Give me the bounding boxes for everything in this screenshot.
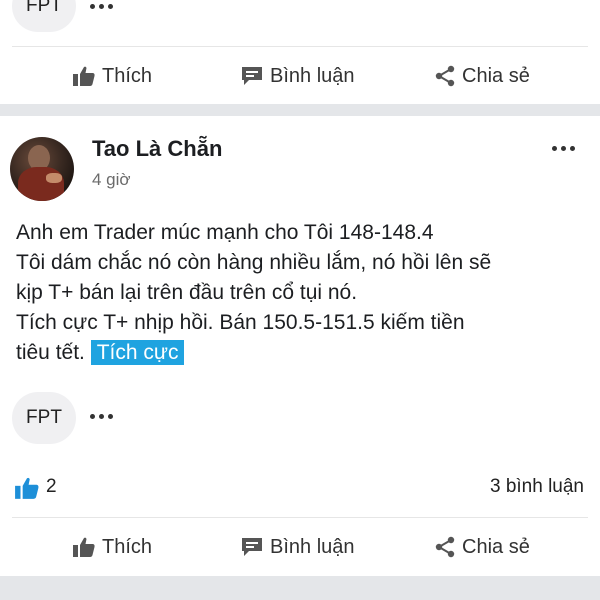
share-label: Chia sẻ [462,64,530,87]
stock-tag-chip[interactable]: FPT [12,392,76,444]
sentiment-tag[interactable]: Tích cực [90,340,185,365]
like-button[interactable]: Thích [72,65,152,88]
thumbs-up-filled-icon[interactable] [14,476,40,500]
comment-label: Bình luận [270,535,355,558]
post-line-last: tiêu tết. Tích cực [16,338,588,368]
thumbs-up-icon [73,537,95,557]
avatar[interactable] [10,137,74,201]
thumbs-up-icon [73,66,95,86]
more-options-icon[interactable] [90,4,113,9]
post-more-options-icon[interactable] [552,146,575,151]
share-icon [435,536,455,558]
post-action-bar: Thích Bình luận Chia sẻ [0,521,600,573]
post-line: Tôi dám chắc nó còn hàng nhiều lắm, nó h… [16,251,492,274]
stock-tag-label: FPT [26,407,62,428]
previous-post-card: FPT Thích Bình luận Chia sẻ [0,0,600,104]
share-button[interactable]: Chia sẻ [434,536,530,559]
separator-line [12,517,588,518]
like-label: Thích [102,64,153,87]
more-options-icon[interactable] [90,414,113,419]
post-line: Anh em Trader múc mạnh cho Tôi 148-148.4 [16,221,434,244]
post-divider [0,104,600,116]
like-button[interactable]: Thích [72,536,152,559]
comment-icon [242,67,262,85]
comment-icon [242,538,262,556]
share-button[interactable]: Chia sẻ [434,65,530,88]
like-count[interactable]: 2 [46,476,57,498]
like-label: Thích [102,535,153,558]
post-line: tiêu tết. [16,341,85,364]
share-icon [435,65,455,87]
author-name[interactable]: Tao Là Chẵn [92,136,222,162]
stock-tag-label: FPT [26,0,62,16]
post-line: Tích cực T+ nhịp hồi. Bán 150.5-151.5 ki… [16,311,465,334]
post-content: Anh em Trader múc mạnh cho Tôi 148-148.4… [16,218,588,368]
stock-tag-chip[interactable]: FPT [12,0,76,32]
previous-post-action-bar: Thích Bình luận Chia sẻ [0,50,600,102]
share-label: Chia sẻ [462,535,530,558]
comment-button[interactable]: Bình luận [240,65,355,88]
separator-line [12,46,588,47]
post-line: kịp T+ bán lại trên đầu trên cổ tụi nó. [16,281,358,304]
comment-button[interactable]: Bình luận [240,536,355,559]
post-time: 4 giờ [92,170,131,189]
reaction-summary: 2 3 bình luận [0,470,600,504]
post-divider [0,576,600,600]
comment-count[interactable]: 3 bình luận [490,476,584,498]
comment-label: Bình luận [270,64,355,87]
